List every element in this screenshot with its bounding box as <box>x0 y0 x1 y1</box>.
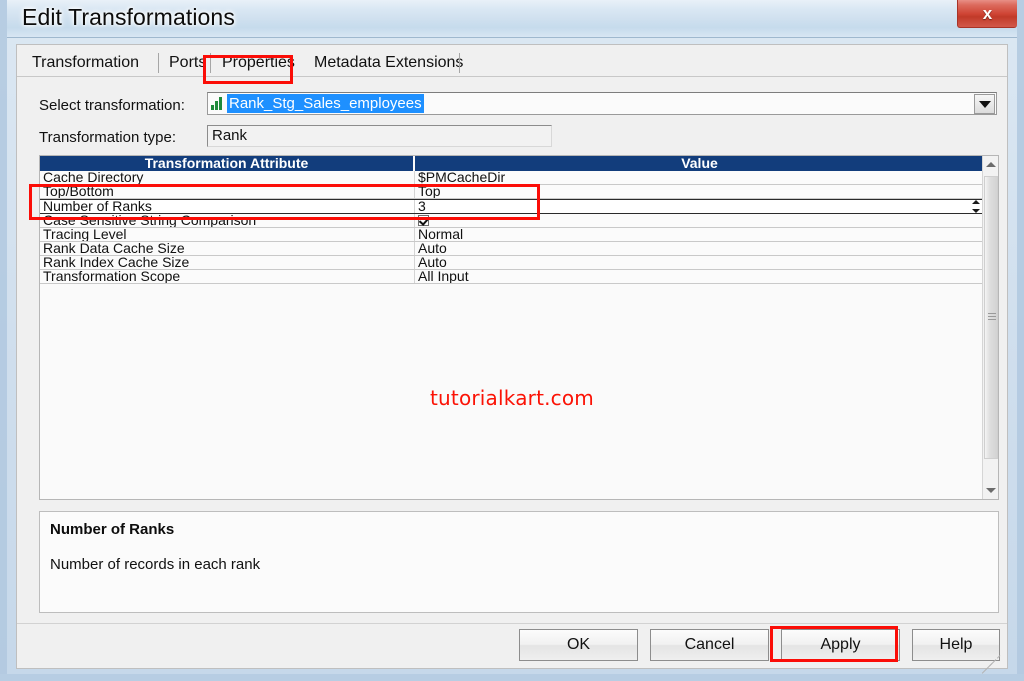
row-value: Auto <box>415 242 984 255</box>
close-button[interactable]: x <box>957 0 1017 28</box>
table-row[interactable]: Rank Data Cache Size Auto <box>40 242 984 256</box>
select-transformation-dropdown-arrow[interactable] <box>974 94 995 114</box>
grid-header-row: Transformation Attribute Value <box>40 156 984 171</box>
table-row-number-of-ranks[interactable]: Number of Ranks 3 <box>40 199 984 214</box>
apply-button[interactable]: Apply <box>781 629 900 661</box>
ok-button[interactable]: OK <box>519 629 638 661</box>
table-row[interactable]: Transformation Scope All Input <box>40 270 984 284</box>
table-row[interactable]: Cache Directory $PMCacheDir <box>40 171 984 185</box>
row-attribute: Rank Index Cache Size <box>40 256 415 269</box>
description-title: Number of Ranks <box>50 521 988 538</box>
row-value: Normal <box>415 228 984 241</box>
tab-transformation[interactable]: Transformation <box>25 50 146 75</box>
number-of-ranks-spinner[interactable] <box>969 200 982 213</box>
select-transformation-label: Select transformation: <box>39 97 185 114</box>
window-title: Edit Transformations <box>22 4 235 31</box>
title-bar: Edit Transformations x <box>7 0 1017 38</box>
arrow-down-icon <box>986 488 996 493</box>
row-attribute: Rank Data Cache Size <box>40 242 415 255</box>
description-pane: Number of Ranks Number of records in eac… <box>39 511 999 613</box>
chevron-down-icon <box>979 101 991 108</box>
dialog-window: Edit Transformations x Transformation Po… <box>0 0 1024 681</box>
row-attribute: Tracing Level <box>40 228 415 241</box>
dialog-client-area: Transformation Ports Properties Metadata… <box>16 44 1008 669</box>
table-row[interactable]: Tracing Level Normal <box>40 228 984 242</box>
spinner-up-icon <box>972 200 980 204</box>
resize-grip[interactable] <box>991 652 1005 666</box>
tab-divider-3 <box>459 53 460 73</box>
row-value: $PMCacheDir <box>415 171 984 184</box>
attributes-grid: Transformation Attribute Value Cache Dir… <box>39 155 999 500</box>
tab-ports[interactable]: Ports <box>162 50 213 75</box>
arrow-up-icon <box>986 162 996 167</box>
row-value <box>415 214 984 227</box>
row-value: Top <box>415 185 984 198</box>
row-attribute: Case Sensitive String Comparison <box>40 214 415 227</box>
grid-vertical-scrollbar[interactable] <box>982 156 998 499</box>
row-value-editor[interactable]: 3 <box>415 200 984 213</box>
tab-metadata-extensions[interactable]: Metadata Extensions <box>307 50 470 75</box>
table-row[interactable]: Case Sensitive String Comparison <box>40 214 984 228</box>
select-transformation-value: Rank_Stg_Sales_employees <box>227 94 424 113</box>
tab-properties[interactable]: Properties <box>215 50 302 75</box>
case-sensitive-checkbox[interactable] <box>418 215 429 226</box>
row-value: All Input <box>415 270 984 283</box>
grip-icon <box>988 313 996 323</box>
row-attribute: Transformation Scope <box>40 270 415 283</box>
row-attribute: Top/Bottom <box>40 185 415 198</box>
tab-underline <box>17 76 1007 77</box>
grid-body: Cache Directory $PMCacheDir Top/Bottom T… <box>40 171 984 284</box>
watermark: tutorialkart.com <box>40 386 984 410</box>
select-transformation-combo[interactable]: Rank_Stg_Sales_employees <box>207 92 997 115</box>
row-value: Auto <box>415 256 984 269</box>
cancel-button[interactable]: Cancel <box>650 629 769 661</box>
spinner-down-icon <box>972 209 980 213</box>
close-icon: x <box>983 5 992 22</box>
help-button[interactable]: Help <box>912 629 1000 661</box>
tab-divider-1 <box>158 53 159 73</box>
row-attribute: Cache Directory <box>40 171 415 184</box>
scrollbar-thumb[interactable] <box>984 176 998 459</box>
table-row[interactable]: Rank Index Cache Size Auto <box>40 256 984 270</box>
scroll-down-button[interactable] <box>983 482 999 499</box>
rank-transformation-icon <box>211 97 225 110</box>
tab-divider-2 <box>210 53 211 73</box>
button-bar-divider <box>17 623 1007 624</box>
row-attribute: Number of Ranks <box>40 200 415 213</box>
transformation-type-label: Transformation type: <box>39 129 176 146</box>
grid-header-value: Value <box>415 156 984 171</box>
table-row[interactable]: Top/Bottom Top <box>40 185 984 199</box>
transformation-type-value: Rank <box>207 125 552 147</box>
scroll-up-button[interactable] <box>983 156 999 173</box>
tab-strip: Transformation Ports Properties Metadata… <box>17 45 1007 76</box>
description-body: Number of records in each rank <box>50 556 988 573</box>
grid-header-attribute: Transformation Attribute <box>40 156 415 171</box>
